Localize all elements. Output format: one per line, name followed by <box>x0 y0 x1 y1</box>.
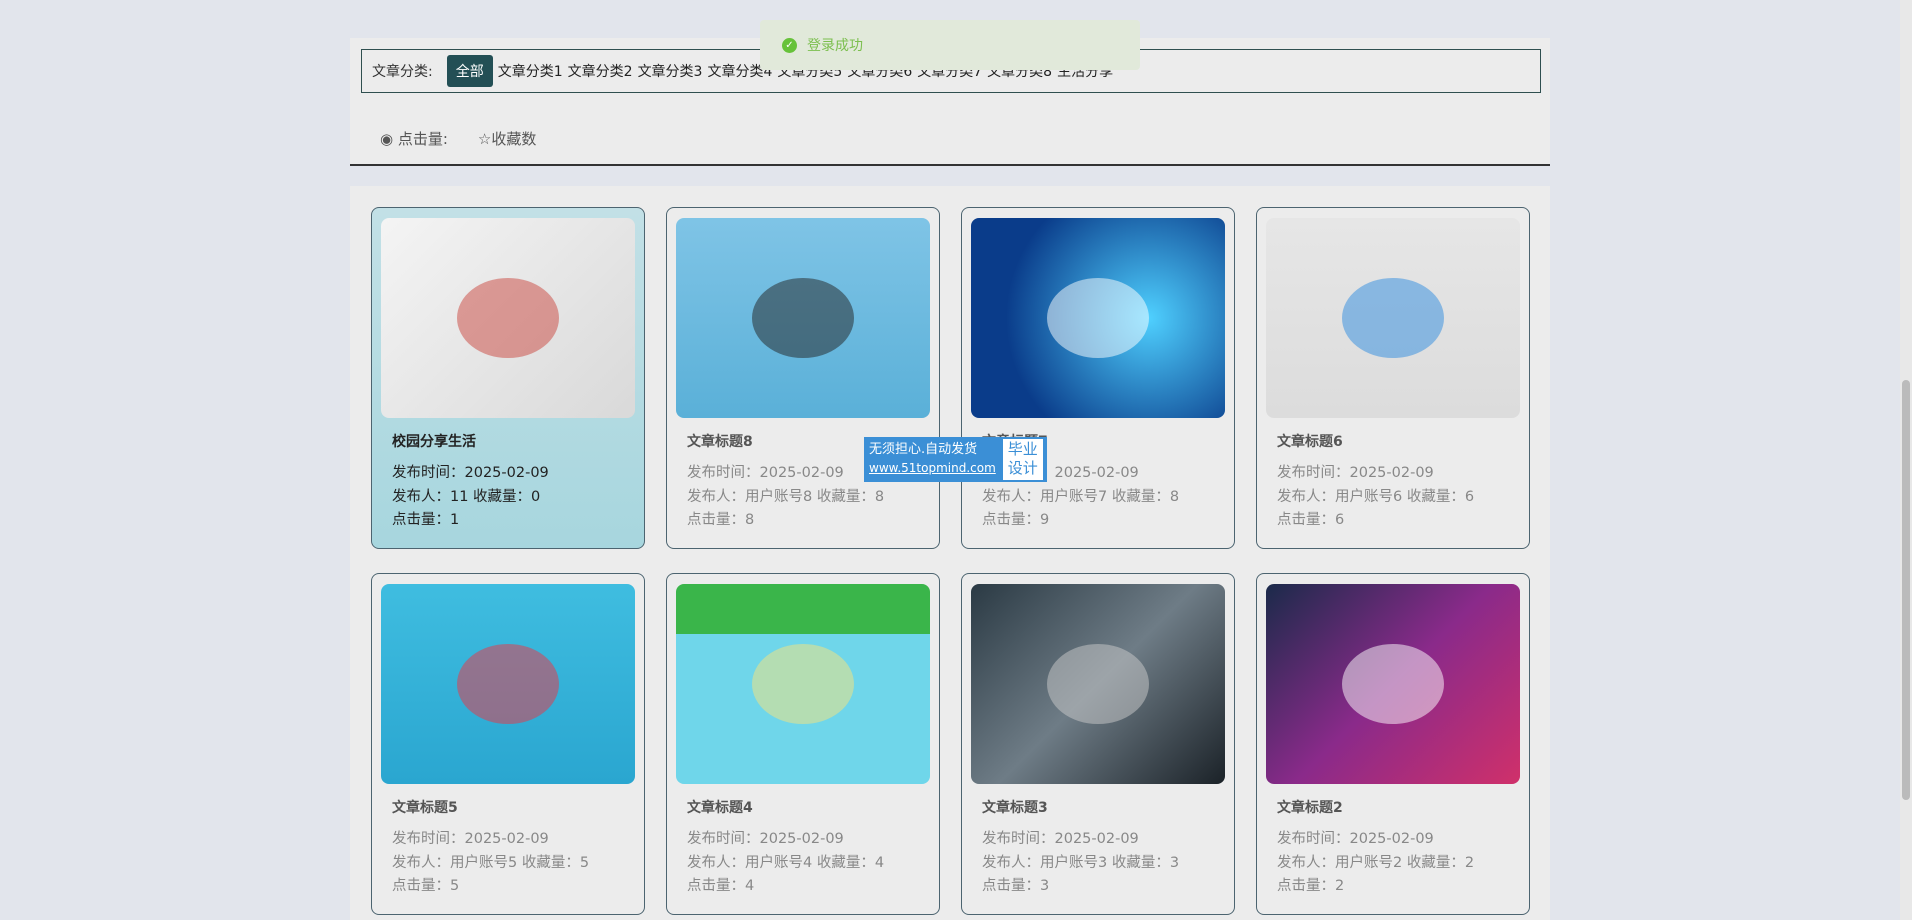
publish-time: 发布时间：2025-02-09 <box>392 831 549 847</box>
article-image[interactable] <box>1266 218 1520 418</box>
ad-text: 无须担心.自动发货 <box>869 442 978 457</box>
article-card[interactable]: 文章标题7 发布时间：2025-02-09 发布人：用户账号7 收藏量：8 点击… <box>961 207 1235 549</box>
click-count: 点击量：1 <box>392 512 460 528</box>
click-count: 点击量：4 <box>687 878 755 894</box>
sort-favorites[interactable]: ☆收藏数 <box>478 128 536 149</box>
category-0[interactable]: 全部 <box>446 55 493 87</box>
article-image[interactable] <box>971 584 1225 784</box>
article-image[interactable] <box>971 218 1225 418</box>
ad-badge: 毕业 <box>1007 440 1038 458</box>
star-icon: ☆ <box>477 130 492 148</box>
article-title[interactable]: 文章标题3 <box>982 797 1048 817</box>
article-card[interactable]: 文章标题5 发布时间：2025-02-09 发布人：用户账号5 收藏量：5 点击… <box>371 573 645 915</box>
article-card[interactable]: 文章标题4 发布时间：2025-02-09 发布人：用户账号4 收藏量：4 点击… <box>666 573 940 915</box>
publish-time: 发布时间：2025-02-09 <box>1277 831 1434 847</box>
click-count: 点击量：8 <box>687 512 755 528</box>
ad-badge: 设计 <box>1007 459 1038 477</box>
eye-icon: ◉ <box>380 130 398 148</box>
author-favorites: 发布人：用户账号3 收藏量：3 <box>982 855 1180 871</box>
check-circle-icon: ✓ <box>782 37 797 53</box>
article-card[interactable]: 文章标题2 发布时间：2025-02-09 发布人：用户账号2 收藏量：2 点击… <box>1256 573 1530 915</box>
article-image[interactable] <box>1266 584 1520 784</box>
sort-clicks[interactable]: ◉ 点击量: <box>380 128 448 149</box>
article-title[interactable]: 文章标题4 <box>687 797 753 817</box>
category-1[interactable]: 文章分类1 <box>498 61 568 81</box>
article-image[interactable] <box>381 218 635 418</box>
publish-time: 发布时间：2025-02-09 <box>392 465 549 481</box>
publish-time: 发布时间：2025-02-09 <box>1277 465 1434 481</box>
category-2[interactable]: 文章分类2 <box>568 61 638 81</box>
ad-url[interactable]: www.51topmind.com <box>869 459 996 478</box>
author-favorites: 发布人：用户账号2 收藏量：2 <box>1277 855 1475 871</box>
publish-time: 发布时间：2025-02-09 <box>687 465 844 481</box>
article-title[interactable]: 文章标题5 <box>392 797 458 817</box>
scrollbar[interactable] <box>1900 0 1912 920</box>
click-count: 点击量：9 <box>982 512 1050 528</box>
article-image[interactable] <box>676 218 930 418</box>
article-card[interactable]: 文章标题3 发布时间：2025-02-09 发布人：用户账号3 收藏量：3 点击… <box>961 573 1235 915</box>
author-favorites: 发布人：用户账号8 收藏量：8 <box>687 489 885 505</box>
author-favorites: 发布人：11 收藏量：0 <box>392 489 541 505</box>
category-3[interactable]: 文章分类3 <box>638 61 708 81</box>
toast: ✓ 登录成功 <box>760 20 1140 70</box>
article-card[interactable]: 文章标题6 发布时间：2025-02-09 发布人：用户账号6 收藏量：6 点击… <box>1256 207 1530 549</box>
publish-time: 发布时间：2025-02-09 <box>982 831 1139 847</box>
author-favorites: 发布人：用户账号5 收藏量：5 <box>392 855 590 871</box>
article-title[interactable]: 文章标题8 <box>687 431 753 451</box>
author-favorites: 发布人：用户账号7 收藏量：8 <box>982 489 1180 505</box>
article-image[interactable] <box>676 584 930 784</box>
article-title[interactable]: 校园分享生活 <box>392 431 476 451</box>
article-title[interactable]: 文章标题6 <box>1277 431 1343 451</box>
article-image[interactable] <box>381 584 635 784</box>
scrollbar-thumb[interactable] <box>1902 380 1910 800</box>
article-title[interactable]: 文章标题2 <box>1277 797 1343 817</box>
click-count: 点击量：2 <box>1277 878 1345 894</box>
click-count: 点击量：5 <box>392 878 460 894</box>
article-card[interactable]: 文章标题8 发布时间：2025-02-09 发布人：用户账号8 收藏量：8 点击… <box>666 207 940 549</box>
sort-bar: ◉ 点击量: ☆收藏数 <box>380 128 536 149</box>
author-favorites: 发布人：用户账号4 收藏量：4 <box>687 855 885 871</box>
toast-message: 登录成功 <box>807 38 863 54</box>
click-count: 点击量：3 <box>982 878 1050 894</box>
click-count: 点击量：6 <box>1277 512 1345 528</box>
author-favorites: 发布人：用户账号6 收藏量：6 <box>1277 489 1475 505</box>
article-card[interactable]: 校园分享生活 发布时间：2025-02-09 发布人：11 收藏量：0 点击量：… <box>371 207 645 549</box>
article-grid: 校园分享生活 发布时间：2025-02-09 发布人：11 收藏量：0 点击量：… <box>350 186 1550 920</box>
category-label: 文章分类: <box>372 64 433 80</box>
ad-banner[interactable]: 无须担心.自动发货 www.51topmind.com 毕业 设计 <box>864 437 1047 482</box>
publish-time: 发布时间：2025-02-09 <box>687 831 844 847</box>
